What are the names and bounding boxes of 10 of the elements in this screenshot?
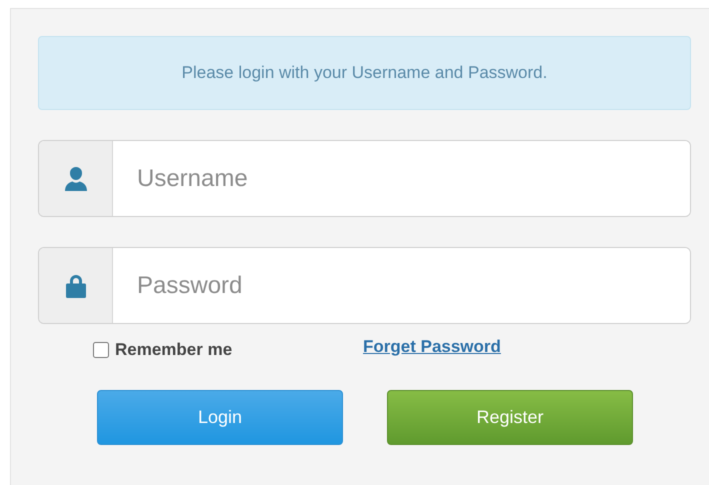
input-group[interactable]: Password [38,247,691,324]
input-group[interactable]: Username [38,140,691,217]
user-icon [64,166,88,192]
lock-icon [64,272,86,298]
register-button[interactable]: Register [387,390,633,445]
forgot-password-link[interactable]: Forget Password [363,337,501,357]
remember-label: Remember me [115,340,232,360]
remember-checkbox[interactable] [93,342,109,358]
login-button[interactable]: Login [97,390,343,445]
alert-message: Please login with your Username and Password. [182,63,548,83]
